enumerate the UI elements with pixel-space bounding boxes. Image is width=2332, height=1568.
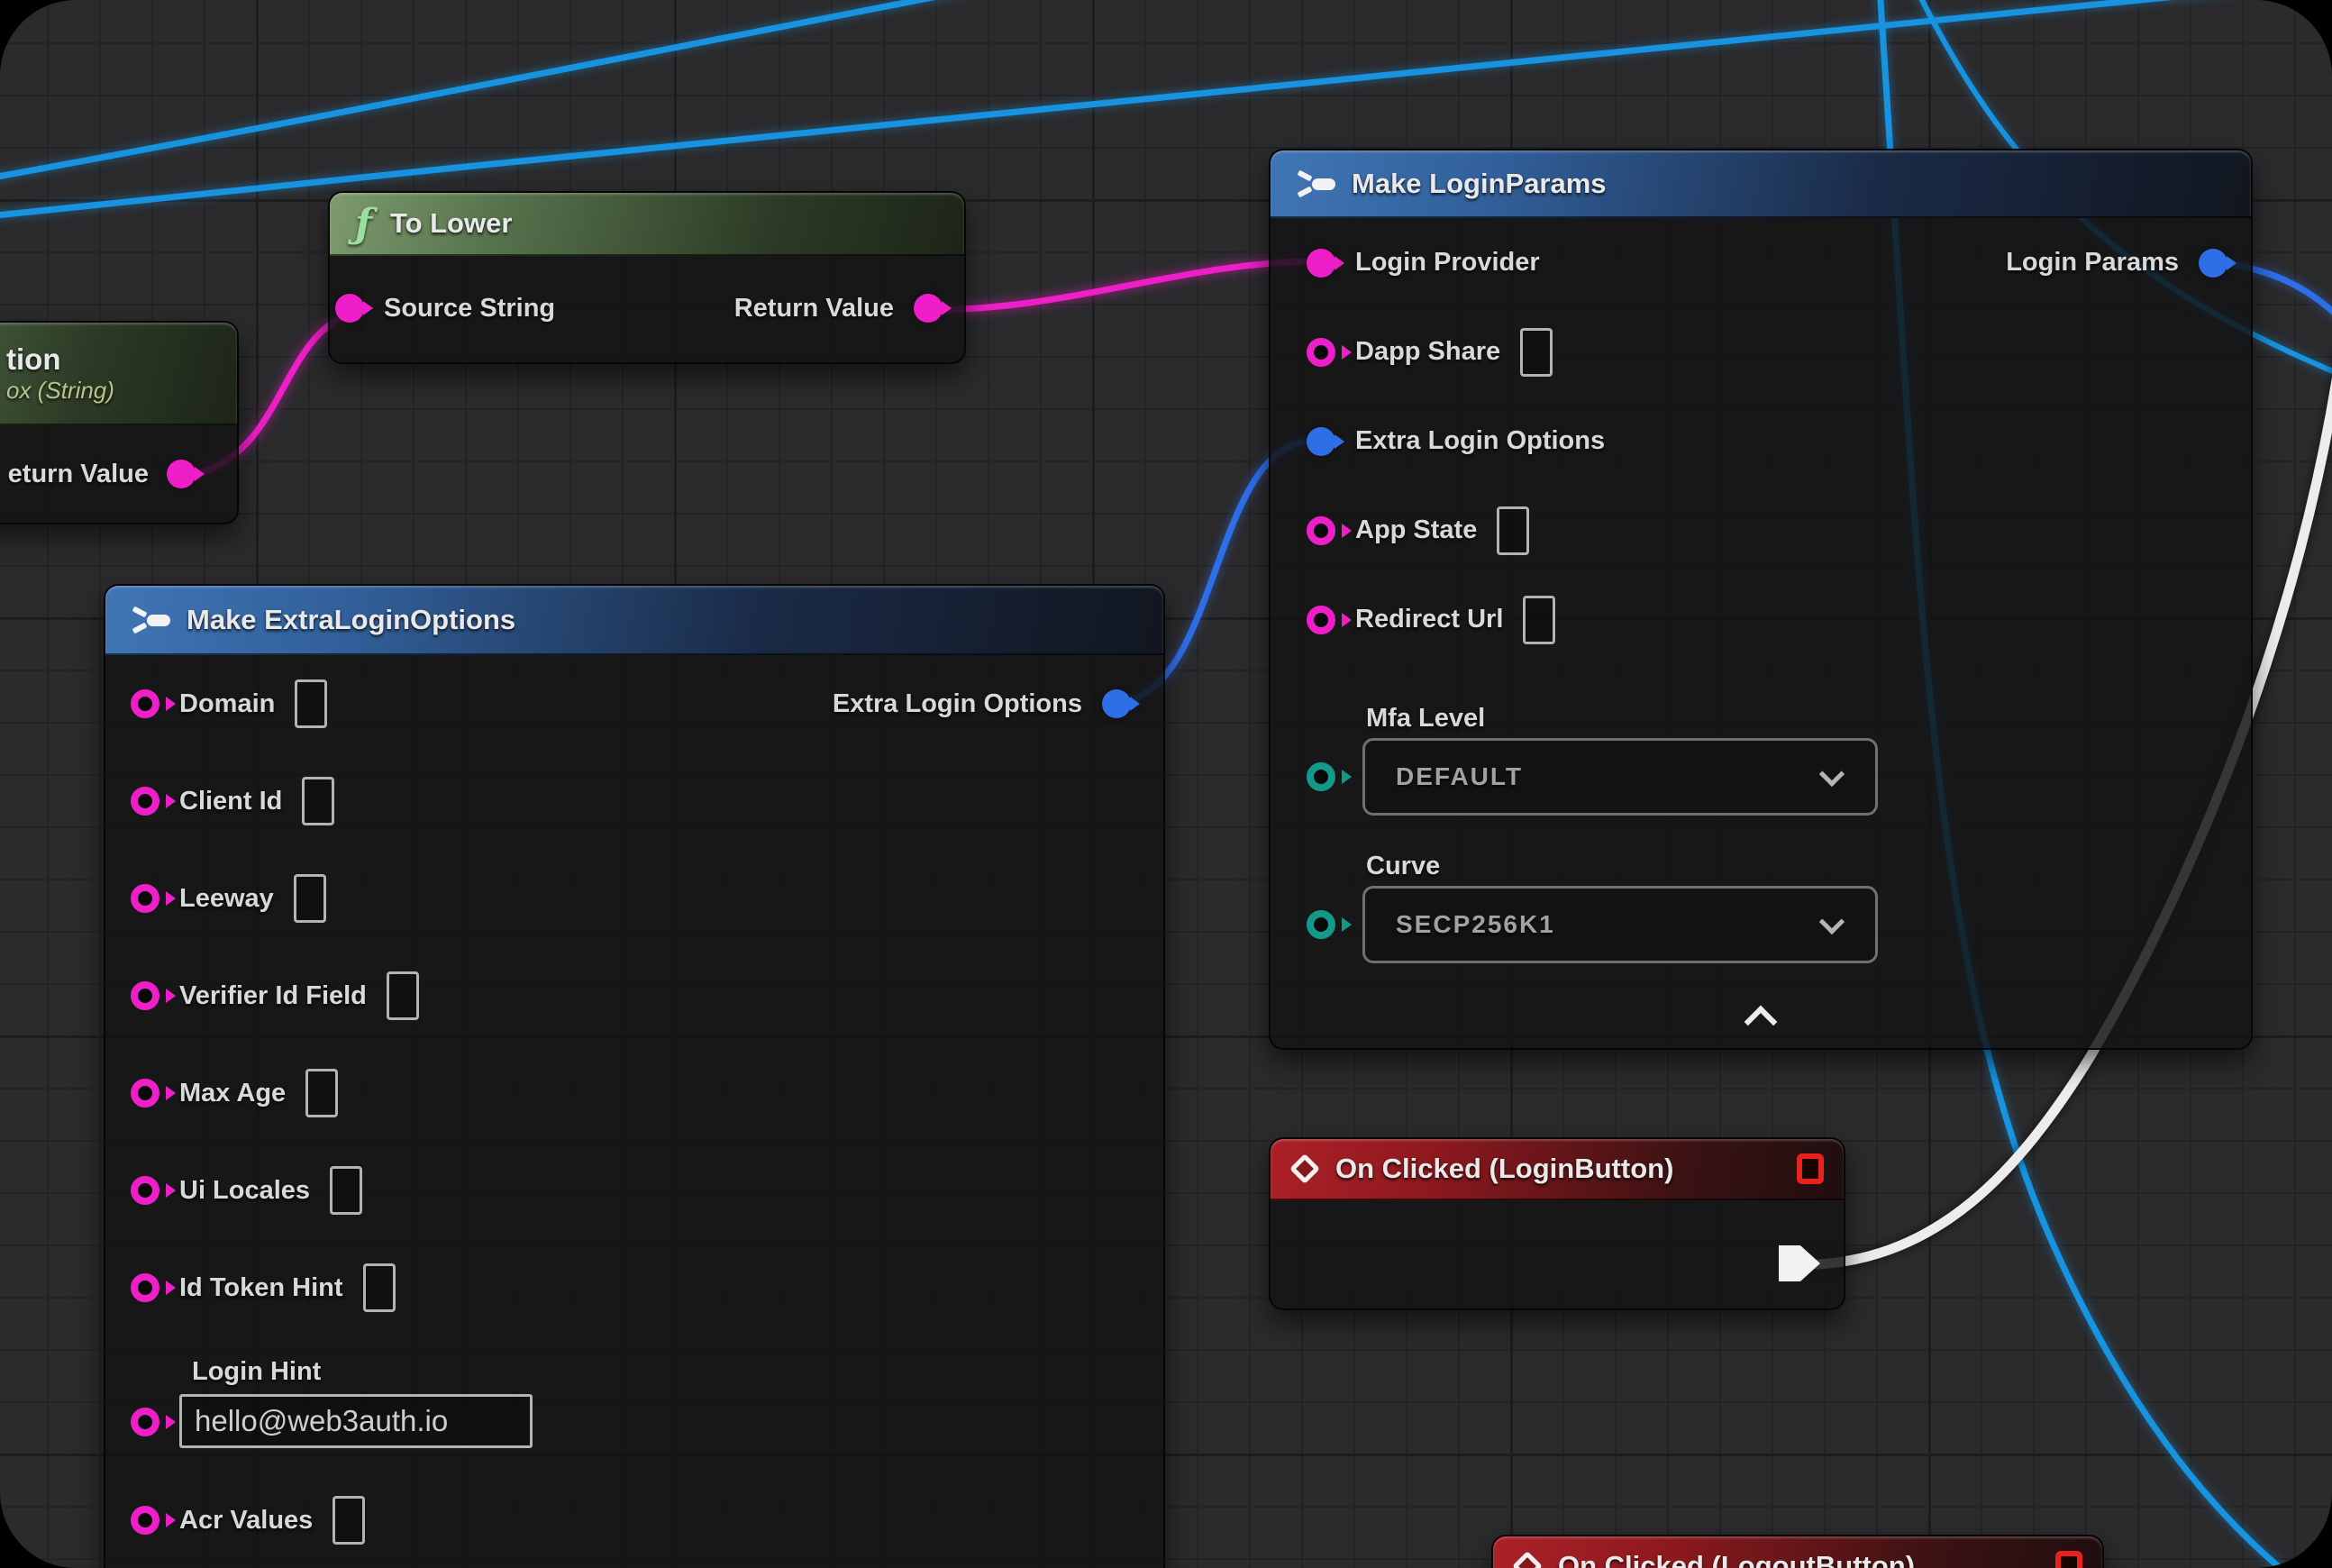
id-token-hint-label: Id Token Hint <box>179 1273 343 1303</box>
max-age-label: Max Age <box>179 1079 286 1108</box>
make-login-params-header[interactable]: Make LoginParams <box>1271 150 2251 218</box>
canvas-wire-top-steep <box>0 0 984 178</box>
ui-locales-pin[interactable] <box>131 1176 159 1205</box>
source-string-label: Source String <box>384 294 555 324</box>
on-clicked-logout-header[interactable]: On Clicked (LogoutButton) <box>1493 1536 2102 1568</box>
event-diamond-icon <box>1289 1153 1320 1184</box>
node-make-extra-login-options[interactable]: Make ExtraLoginOptions Extra Login Optio… <box>104 584 1165 1568</box>
dapp-share-label: Dapp Share <box>1355 337 1500 367</box>
blueprint-canvas[interactable]: tion ox (String) eturn Value ƒ To Lower … <box>0 0 2332 1568</box>
app-state-pin[interactable] <box>1307 516 1335 545</box>
make-extra-header[interactable]: Make ExtraLoginOptions <box>105 586 1163 655</box>
chevron-up-icon <box>1744 1006 1778 1039</box>
login-hint-label: Login Hint <box>192 1357 533 1387</box>
curve-value: SECP256K1 <box>1396 910 1555 939</box>
on-clicked-logout-title: On Clicked (LogoutButton) <box>1558 1550 1915 1568</box>
domain-value-box[interactable] <box>295 679 327 728</box>
make-struct-icon <box>131 603 172 637</box>
leeway-pin[interactable] <box>131 884 159 913</box>
mfa-level-label: Mfa Level <box>1366 698 2251 738</box>
app-state-value-box[interactable] <box>1497 506 1529 555</box>
return-value-pin-label: eturn Value <box>8 460 149 489</box>
extra-options-output-pin[interactable] <box>1102 689 1131 718</box>
collapse-node-button[interactable] <box>1749 1010 1772 1034</box>
domain-pin[interactable] <box>131 689 159 718</box>
login-params-output-pin[interactable] <box>2199 249 2227 278</box>
make-struct-icon <box>1296 167 1337 201</box>
node-on-clicked-login-button[interactable]: On Clicked (LoginButton) <box>1269 1137 1845 1310</box>
id-token-hint-value-box[interactable] <box>363 1263 396 1312</box>
extra-login-options-pin[interactable] <box>1307 427 1335 456</box>
login-provider-pin[interactable] <box>1307 249 1335 278</box>
dapp-share-pin[interactable] <box>1307 338 1335 367</box>
delegate-pin-icon[interactable] <box>1797 1153 1824 1184</box>
login-params-output-label: Login Params <box>2006 248 2179 278</box>
extra-options-output-row: Extra Login Options <box>833 655 1131 752</box>
node-on-clicked-logout-button[interactable]: On Clicked (LogoutButton) <box>1491 1535 2104 1568</box>
event-diamond-icon <box>1512 1551 1543 1568</box>
extra-options-output-label: Extra Login Options <box>833 689 1082 719</box>
function-icon: ƒ <box>355 201 372 247</box>
node-caller-header[interactable]: tion ox (String) <box>0 323 237 425</box>
return-value-label: Return Value <box>734 294 894 324</box>
chevron-down-icon <box>1819 909 1845 934</box>
node-to-lower[interactable]: ƒ To Lower Source String Return Value <box>328 191 966 364</box>
acr-values-pin[interactable] <box>131 1506 159 1535</box>
ui-locales-value-box[interactable] <box>330 1166 362 1215</box>
dapp-share-value-box[interactable] <box>1520 328 1553 377</box>
node-caller-function[interactable]: tion ox (String) eturn Value <box>0 321 239 524</box>
max-age-value-box[interactable] <box>305 1069 338 1117</box>
redirect-url-pin[interactable] <box>1307 606 1335 634</box>
id-token-hint-pin[interactable] <box>131 1273 159 1302</box>
verifier-id-field-value-box[interactable] <box>387 971 419 1020</box>
to-lower-header[interactable]: ƒ To Lower <box>330 193 964 256</box>
node-caller-title: tion <box>6 342 60 377</box>
return-value-out-pin[interactable] <box>914 294 943 323</box>
chevron-down-icon <box>1819 761 1845 787</box>
redirect-url-value-box[interactable] <box>1523 596 1555 644</box>
curve-label: Curve <box>1366 846 2251 886</box>
node-caller-subtitle: ox (String) <box>6 377 114 405</box>
ui-locales-label: Ui Locales <box>179 1176 310 1206</box>
mfa-level-dropdown[interactable]: DEFAULT <box>1362 738 1878 816</box>
app-state-label: App State <box>1355 515 1477 545</box>
on-clicked-login-title: On Clicked (LoginButton) <box>1335 1153 1673 1185</box>
leeway-value-box[interactable] <box>294 874 326 923</box>
curve-dropdown[interactable]: SECP256K1 <box>1362 886 1878 963</box>
login-hint-input[interactable] <box>179 1394 533 1448</box>
login-hint-pin[interactable] <box>131 1408 159 1436</box>
leeway-label: Leeway <box>179 884 274 914</box>
extra-login-options-label: Extra Login Options <box>1355 426 1605 456</box>
return-value-pin[interactable] <box>167 460 196 488</box>
acr-values-value-box[interactable] <box>332 1496 365 1545</box>
login-params-output-row: Login Params <box>2006 218 2227 307</box>
max-age-pin[interactable] <box>131 1079 159 1108</box>
exec-output-pin[interactable] <box>1779 1245 1820 1281</box>
redirect-url-label: Redirect Url <box>1355 605 1503 634</box>
mfa-level-pin[interactable] <box>1307 762 1335 791</box>
curve-pin[interactable] <box>1307 910 1335 939</box>
client-id-value-box[interactable] <box>302 777 334 825</box>
client-id-label: Client Id <box>179 787 282 816</box>
tolower-to-provider-wire <box>926 261 1308 310</box>
login-provider-label: Login Provider <box>1355 248 1540 278</box>
on-clicked-login-header[interactable]: On Clicked (LoginButton) <box>1271 1139 1844 1200</box>
acr-values-label: Acr Values <box>179 1506 313 1536</box>
make-login-params-title: Make LoginParams <box>1352 168 1607 200</box>
source-string-pin[interactable] <box>335 294 364 323</box>
delegate-pin-icon[interactable] <box>2055 1551 2082 1568</box>
make-extra-title: Make ExtraLoginOptions <box>187 604 515 636</box>
mfa-level-value: DEFAULT <box>1396 762 1523 791</box>
verifier-id-field-label: Verifier Id Field <box>179 981 367 1011</box>
to-lower-title: To Lower <box>390 207 512 240</box>
domain-label: Domain <box>179 689 275 719</box>
client-id-pin[interactable] <box>131 787 159 816</box>
node-make-login-params[interactable]: Make LoginParams Login Params Login Prov… <box>1269 149 2253 1050</box>
verifier-id-field-pin[interactable] <box>131 981 159 1010</box>
